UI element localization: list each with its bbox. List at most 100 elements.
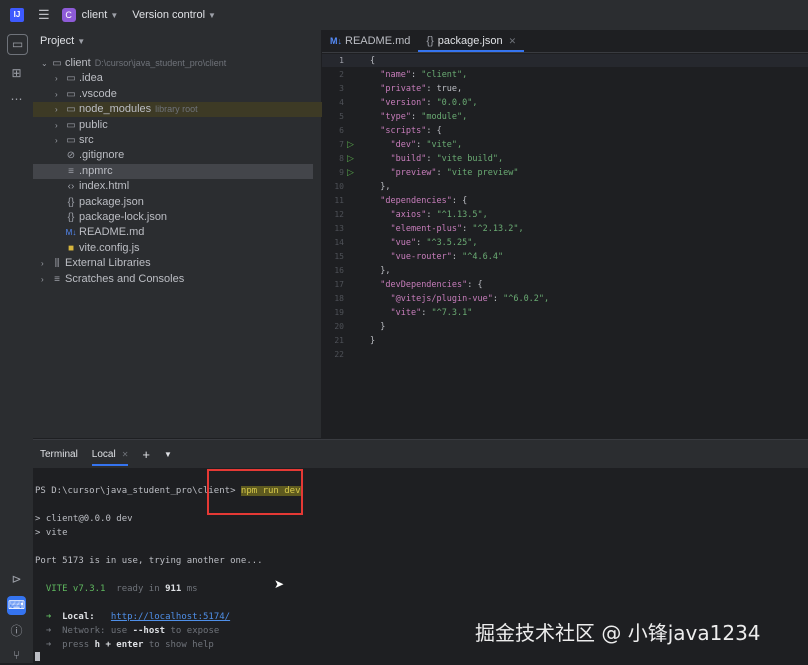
code-line: "name": "client", <box>380 70 468 80</box>
tree-item[interactable]: {} package-lock.json <box>33 210 321 225</box>
tree-item-label: public <box>79 118 108 131</box>
tab-readme[interactable]: M↓ README.md <box>322 30 418 52</box>
tree-item[interactable]: {} package.json <box>33 195 321 210</box>
tree-item[interactable]: ⊘ .gitignore <box>33 148 321 163</box>
run-script-icon[interactable]: ▷ <box>347 139 354 150</box>
close-icon[interactable]: ✕ <box>509 36 517 46</box>
tool-window-strip: ▭ ⊞ ⋯ ⊳ ⌨ ⓘ ⑂ <box>0 30 34 663</box>
line-number: 5 <box>339 112 344 121</box>
tree-item[interactable]: › ▭ src <box>33 133 321 148</box>
tree-item[interactable]: › ▭ node_modules library root <box>33 102 323 118</box>
line-number: 13 <box>334 224 344 233</box>
tree-item[interactable]: › ▭ .idea <box>33 71 321 86</box>
tree-item-label: .idea <box>79 72 103 85</box>
watermark: 掘金技术社区 @ 小锋java1234 <box>475 621 761 645</box>
tree-item[interactable]: › ▭ public <box>33 118 321 133</box>
tab-package-json[interactable]: {} package.json ✕ <box>418 30 525 52</box>
tab-label: package.json <box>437 35 503 47</box>
folder-icon: ▭ <box>66 135 76 146</box>
chevron-right-icon[interactable]: › <box>55 118 65 133</box>
services-icon[interactable]: ⊳ <box>7 570 26 589</box>
network-label: Network: <box>62 626 106 636</box>
run-script-icon[interactable]: ▷ <box>347 167 354 178</box>
tree-item[interactable]: › ⫼ External Libraries <box>33 256 321 271</box>
terminal-tool-icon[interactable]: ⌨ <box>7 596 26 615</box>
folder-icon: ▭ <box>66 88 76 100</box>
chevron-down-icon: ▼ <box>77 36 86 46</box>
vite-version: VITE v7.3.1 <box>45 584 106 594</box>
tree-item[interactable]: › ▭ .vscode <box>33 87 321 102</box>
tree-item[interactable]: › ≡ Scratches and Consoles <box>33 272 321 287</box>
tree-item-label: Scratches and Consoles <box>65 272 185 285</box>
terminal-prompt: PS D:\cursor\java_student_pro\client> <box>35 486 236 496</box>
run-script-icon[interactable]: ▷ <box>347 153 354 164</box>
project-tool-icon[interactable]: ▭ <box>7 34 28 55</box>
js-file-icon: ■ <box>67 242 75 254</box>
code-line: "@vitejs/plugin-vue": "^6.0.2", <box>390 294 550 304</box>
tree-item-hint: D:\cursor\java_student_pro\client <box>94 58 227 68</box>
more-tools-icon[interactable]: ⋯ <box>7 90 26 109</box>
main-menu-icon[interactable]: ☰ <box>38 7 50 23</box>
chevron-right-icon[interactable]: › <box>55 133 65 148</box>
code-line: "element-plus": "^2.13.2", <box>390 224 524 234</box>
structure-tool-icon[interactable]: ⊞ <box>7 64 26 83</box>
version-control-menu[interactable]: Version control ▼ <box>132 9 216 21</box>
problems-icon[interactable]: ⓘ <box>7 622 26 641</box>
tree-item[interactable]: ≡ .npmrc <box>33 163 313 179</box>
tree-item[interactable]: ⌄ ▭ client D:\cursor\java_student_pro\clien… <box>33 56 321 71</box>
chevron-down-icon: ▼ <box>110 11 119 20</box>
tree-item[interactable]: M↓ README.md <box>33 225 321 240</box>
project-panel-header[interactable]: Project ▼ <box>33 30 321 52</box>
local-label: Local: <box>62 612 95 622</box>
chevron-down-icon[interactable]: ⌄ <box>41 56 51 71</box>
tree-item-label: node_modules <box>79 103 152 116</box>
line-number: 8 <box>339 154 344 163</box>
ide-logo-icon[interactable]: IJ <box>10 8 24 22</box>
code-line: "vite": "^7.3.1" <box>390 308 473 318</box>
tab-label: README.md <box>345 35 411 47</box>
project-badge[interactable]: C <box>61 8 76 22</box>
title-bar: IJ ☰ C client ▼ Version control ▼ <box>0 0 808 31</box>
network-use: use <box>110 626 128 636</box>
folder-icon: ▭ <box>66 119 76 131</box>
code-line: "type": "module", <box>380 112 468 122</box>
line-number: 20 <box>334 322 344 331</box>
code-line: "private": true, <box>380 84 463 94</box>
folder-icon: ▭ <box>66 104 76 116</box>
project-panel-title: Project <box>40 35 75 47</box>
chevron-right-icon[interactable]: › <box>55 71 65 86</box>
line-number: 11 <box>334 196 344 205</box>
line-number: 3 <box>339 84 344 93</box>
config-file-icon: ≡ <box>68 165 74 177</box>
chevron-right-icon[interactable]: › <box>41 256 51 271</box>
line-number: 1 <box>339 56 344 65</box>
tree-item-label: client <box>65 57 91 69</box>
tree-item[interactable]: ■ vite.config.js <box>33 241 321 256</box>
editor-tabs: M↓ README.md {} package.json ✕ <box>322 30 808 53</box>
tree-item-label: .gitignore <box>79 149 125 162</box>
json-file-icon: {} <box>67 212 75 223</box>
chevron-right-icon[interactable]: › <box>55 87 65 102</box>
tree-item[interactable]: ‹› index.html <box>33 179 321 194</box>
code-line: "vue-router": "^4.6.4" <box>390 252 504 262</box>
code-line: }, <box>370 266 391 276</box>
local-url-link[interactable]: http://localhost:5174/ <box>111 612 230 622</box>
line-number: 16 <box>334 266 344 275</box>
code-line: "build": "vite build", <box>390 154 504 164</box>
line-number: 4 <box>339 98 344 107</box>
markdown-file-icon: M↓ <box>65 228 77 238</box>
chevron-right-icon[interactable]: › <box>55 102 65 117</box>
tree-item-label: .npmrc <box>79 164 113 177</box>
folder-icon: ▭ <box>52 58 62 69</box>
git-icon[interactable]: ⑂ <box>7 646 26 665</box>
chevron-down-icon: ▼ <box>208 11 216 20</box>
current-line-highlight <box>322 54 808 67</box>
arrow-icon: ➜ <box>45 640 52 650</box>
line-number: 14 <box>334 238 344 247</box>
line-number: 6 <box>339 126 344 135</box>
scratches-icon: ≡ <box>54 273 60 285</box>
arrow-icon: ➜ <box>45 626 52 636</box>
project-switcher[interactable]: client ▼ <box>82 9 119 21</box>
code-line: "axios": "^1.13.5", <box>390 210 488 220</box>
chevron-right-icon[interactable]: › <box>41 272 51 287</box>
